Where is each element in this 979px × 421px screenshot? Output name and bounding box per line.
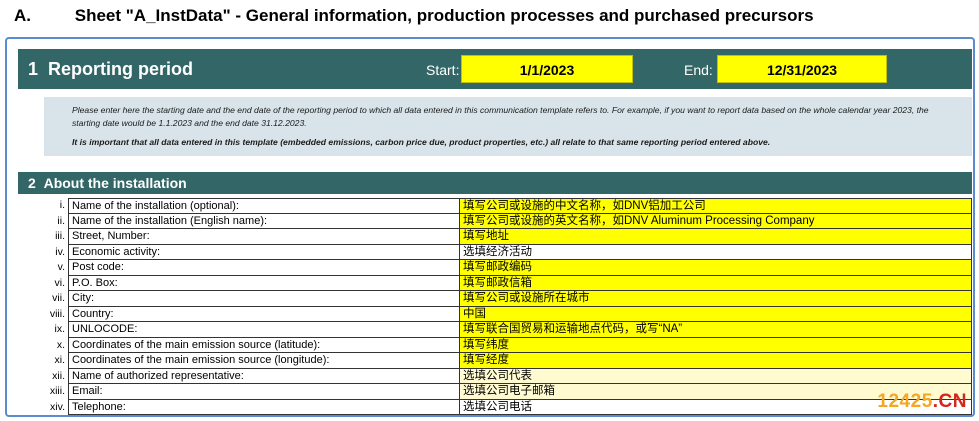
row-label: Email: <box>68 384 459 400</box>
table-row: ix. UNLOCODE: 填写联合国贸易和运输地点代码，或写“NA” <box>18 322 972 338</box>
end-label: End: <box>684 62 713 78</box>
row-value-field[interactable]: 中国 <box>459 306 972 322</box>
end-date-field[interactable]: 12/31/2023 <box>717 55 887 83</box>
row-value-field[interactable]: 填写公司或设施所在城市 <box>459 291 972 307</box>
row-value-field[interactable]: 填写经度 <box>459 353 972 369</box>
watermark-part-1: 12425 <box>877 391 933 412</box>
start-label: Start: <box>426 62 460 78</box>
row-value-field[interactable]: 填写纬度 <box>459 337 972 353</box>
table-row: i. Name of the installation (optional): 填写… <box>18 198 972 214</box>
row-label: P.O. Box: <box>68 275 459 291</box>
table-row: ii. Name of the installation (English nam… <box>18 213 972 229</box>
row-index: xiii. <box>49 385 65 397</box>
note-line-2: It is important that all data entered in… <box>72 137 771 147</box>
table-row: iv. Economic activity: 选填经济活动 <box>18 244 972 260</box>
row-index: iii. <box>55 230 65 242</box>
row-index: x. <box>56 338 65 351</box>
table-row: v. Post code: 填写邮政编码 <box>18 260 972 276</box>
row-value-field[interactable]: 选填经济活动 <box>459 244 972 260</box>
row-label: Telephone: <box>68 399 459 415</box>
reporting-period-header: 1 Reporting period Start: 1/1/2023 End: … <box>18 49 972 89</box>
site-watermark: 12425.CN <box>877 391 967 413</box>
table-row: iii. Street, Number: 填写地址 <box>18 229 972 245</box>
row-label: Coordinates of the main emission source … <box>68 353 459 369</box>
row-label: Name of the installation (English name): <box>68 213 459 229</box>
row-index: i. <box>59 199 65 211</box>
section-letter: A. <box>14 6 31 25</box>
row-index: iv. <box>55 245 65 258</box>
row-index: xii. <box>52 369 65 382</box>
row-value-field[interactable]: 填写邮政编码 <box>459 260 972 276</box>
row-label: Economic activity: <box>68 244 459 260</box>
row-index: xiv. <box>50 400 65 413</box>
section-title-text: Reporting period <box>48 59 194 79</box>
about-installation-header: 2 About the installation <box>18 172 972 194</box>
row-index: viii. <box>49 307 65 320</box>
row-index: v. <box>57 261 65 273</box>
section-number: 1 <box>28 59 39 79</box>
row-label: Post code: <box>68 260 459 276</box>
row-value-field[interactable]: 填写邮政信箱 <box>459 275 972 291</box>
table-row: vii. City: 填写公司或设施所在城市 <box>18 291 972 307</box>
row-value-field[interactable]: 选填公司代表 <box>459 368 972 384</box>
reporting-period-note: Please enter here the starting date and … <box>44 97 972 156</box>
row-label: City: <box>68 291 459 307</box>
table-row: xii. Name of authorized representative: 选填… <box>18 368 972 384</box>
table-row: xi. Coordinates of the main emission sour… <box>18 353 972 369</box>
section-title-text: About the installation <box>43 175 187 191</box>
page-title: A. Sheet "A_InstData" - General informat… <box>14 6 974 30</box>
row-index: ix. <box>54 323 66 335</box>
table-row: vi. P.O. Box: 填写邮政信箱 <box>18 275 972 291</box>
row-value-field[interactable]: 填写公司或设施的英文名称，如DNV Aluminum Processing Co… <box>459 213 972 229</box>
table-row: xiii. Email: 选填公司电子邮箱 <box>18 384 972 400</box>
installation-table: i. Name of the installation (optional): 填写… <box>18 198 972 415</box>
row-label: Coordinates of the main emission source … <box>68 337 459 353</box>
row-index: ii. <box>57 214 65 227</box>
page-title-text: Sheet "A_InstData" - General information… <box>74 6 814 25</box>
row-index: xi. <box>54 354 66 366</box>
row-index: vi. <box>54 276 66 289</box>
row-value-field[interactable]: 填写联合国贸易和运输地点代码，或写“NA” <box>459 322 972 338</box>
row-index: vii. <box>52 292 65 304</box>
row-label: Name of the installation (optional): <box>68 198 459 214</box>
start-date-field[interactable]: 1/1/2023 <box>461 55 633 83</box>
reporting-period-title: 1 Reporting period <box>28 59 193 80</box>
row-value-field[interactable]: 填写公司或设施的中文名称，如DNV铝加工公司 <box>459 198 972 214</box>
row-label: UNLOCODE: <box>68 322 459 338</box>
table-row: xiv. Telephone: 选填公司电话 <box>18 399 972 415</box>
row-label: Name of authorized representative: <box>68 368 459 384</box>
note-line-1: Please enter here the starting date and … <box>72 105 929 128</box>
sheet-frame: 1 Reporting period Start: 1/1/2023 End: … <box>5 37 975 417</box>
row-value-field[interactable]: 填写地址 <box>459 229 972 245</box>
table-row: viii. Country: 中国 <box>18 306 972 322</box>
watermark-part-2: .CN <box>932 391 967 412</box>
table-row: x. Coordinates of the main emission sourc… <box>18 337 972 353</box>
row-label: Street, Number: <box>68 229 459 245</box>
section-number: 2 <box>28 175 36 191</box>
row-label: Country: <box>68 306 459 322</box>
